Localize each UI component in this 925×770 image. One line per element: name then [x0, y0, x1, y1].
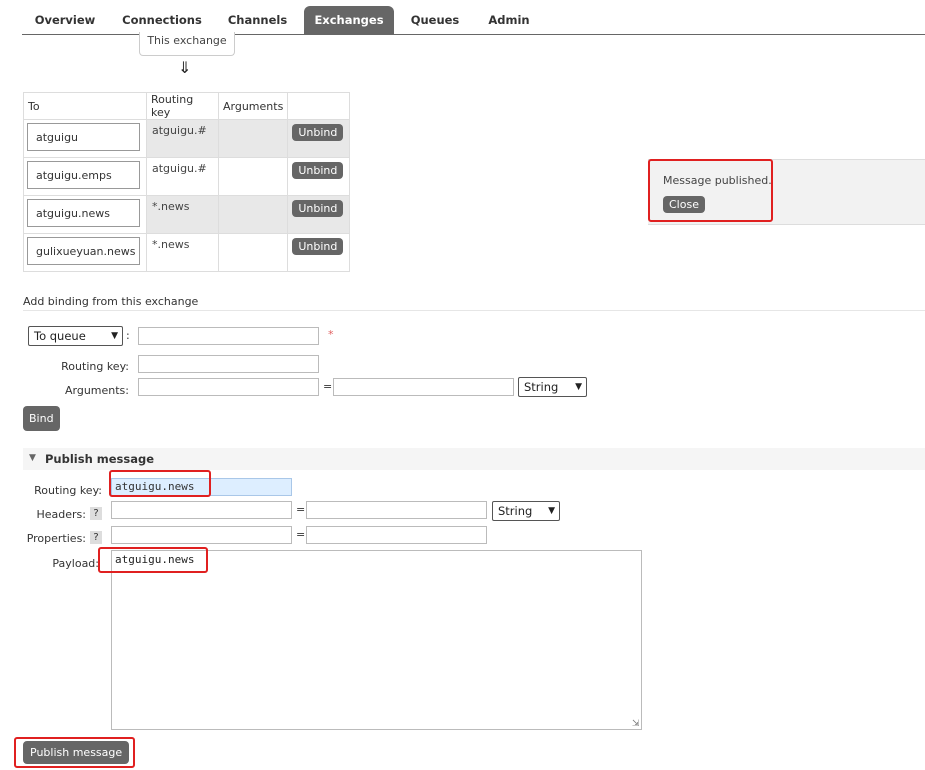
publish-routing-key-label: Routing key:	[34, 484, 102, 497]
arguments-label: Arguments:	[64, 384, 129, 397]
table-header-row: To Routing key Arguments	[23, 92, 351, 120]
properties-label: Properties:	[26, 532, 86, 545]
header-type-select[interactable]: String ▼	[492, 501, 560, 521]
action-cell: Unbind	[287, 119, 351, 158]
argument-value-input[interactable]	[333, 378, 514, 396]
action-cell: Unbind	[287, 233, 351, 272]
argument-type-value: String	[524, 380, 559, 394]
top-navigation: Overview Connections Channels Exchanges …	[0, 0, 925, 35]
equals-sign: =	[296, 503, 306, 516]
payload-textarea[interactable]: atguigu.news	[111, 550, 642, 730]
this-exchange-box: This exchange	[139, 32, 235, 56]
arguments-cell	[217, 157, 289, 196]
routing-key-value: atguigu.#	[152, 124, 207, 137]
publish-section-title: Publish message	[45, 452, 155, 466]
queue-link[interactable]: atguigu	[27, 123, 140, 151]
bindings-table: To Routing key Arguments atguigu atguigu…	[23, 92, 351, 272]
resize-handle-icon[interactable]: ⇲	[632, 719, 640, 729]
arguments-cell	[217, 233, 289, 272]
column-header-arguments: Arguments	[217, 92, 289, 120]
routing-key-value: *.news	[152, 200, 190, 213]
collapse-triangle-icon: ▼	[29, 453, 36, 463]
unbind-button[interactable]: Unbind	[292, 200, 344, 217]
property-value-input[interactable]	[306, 526, 487, 544]
chevron-down-icon: ▼	[575, 382, 582, 392]
headers-label: Headers:	[36, 508, 87, 521]
down-arrow-icon: ⇓	[178, 58, 192, 77]
table-row: gulixueyuan.news *.news Unbind	[23, 233, 351, 272]
required-mark: *	[328, 328, 334, 341]
queue-link[interactable]: gulixueyuan.news	[27, 237, 140, 265]
highlight-frame	[109, 470, 211, 497]
table-row: atguigu.emps atguigu.# Unbind	[23, 157, 351, 196]
highlight-frame	[98, 547, 208, 573]
routing-key-cell: *.news	[146, 195, 219, 234]
routing-key-cell: atguigu.#	[146, 119, 219, 158]
equals-sign: =	[323, 380, 333, 393]
routing-key-label: Routing key:	[61, 360, 129, 373]
highlight-frame	[648, 159, 773, 222]
unbind-button[interactable]: Unbind	[292, 162, 344, 179]
routing-key-value: atguigu.#	[152, 162, 207, 175]
action-cell: Unbind	[287, 195, 351, 234]
tab-channels[interactable]: Channels	[220, 6, 295, 34]
header-value-input[interactable]	[306, 501, 487, 519]
unbind-button[interactable]: Unbind	[292, 238, 344, 255]
help-icon[interactable]: ?	[90, 507, 102, 520]
section-divider	[23, 310, 925, 311]
publish-section-header[interactable]: ▼ Publish message	[23, 448, 925, 470]
chevron-down-icon: ▼	[548, 506, 555, 516]
binding-routing-key-input[interactable]	[138, 355, 319, 373]
tab-admin[interactable]: Admin	[478, 6, 540, 34]
add-binding-title: Add binding from this exchange	[23, 295, 199, 308]
binding-destination-cell: atguigu.news	[23, 195, 147, 234]
table-row: atguigu atguigu.# Unbind	[23, 119, 351, 158]
tab-exchanges[interactable]: Exchanges	[304, 6, 394, 34]
queue-link[interactable]: atguigu.news	[27, 199, 140, 227]
tab-connections[interactable]: Connections	[116, 6, 208, 34]
tab-queues[interactable]: Queues	[402, 6, 468, 34]
arguments-cell	[217, 195, 289, 234]
property-key-input[interactable]	[111, 526, 292, 544]
table-row: atguigu.news *.news Unbind	[23, 195, 351, 234]
binding-destination-cell: gulixueyuan.news	[23, 233, 147, 272]
destination-type-value: To queue	[34, 329, 86, 343]
bind-button[interactable]: Bind	[23, 406, 60, 431]
routing-key-cell: *.news	[146, 233, 219, 272]
argument-type-select[interactable]: String ▼	[518, 377, 587, 397]
queue-link[interactable]: atguigu.emps	[27, 161, 140, 189]
payload-label: Payload:	[52, 557, 99, 570]
chevron-down-icon: ▼	[111, 331, 118, 341]
unbind-button[interactable]: Unbind	[292, 124, 344, 141]
binding-destination-cell: atguigu	[23, 119, 147, 158]
colon-label: :	[126, 329, 130, 342]
header-key-input[interactable]	[111, 501, 292, 519]
highlight-frame	[14, 737, 135, 768]
arguments-cell	[217, 119, 289, 158]
column-header-to: To	[23, 92, 147, 120]
destination-input[interactable]	[138, 327, 319, 345]
action-cell: Unbind	[287, 157, 351, 196]
tab-overview[interactable]: Overview	[24, 6, 106, 34]
argument-key-input[interactable]	[138, 378, 319, 396]
column-header-actions	[287, 92, 351, 120]
help-icon[interactable]: ?	[90, 531, 102, 544]
binding-destination-cell: atguigu.emps	[23, 157, 147, 196]
header-type-value: String	[498, 504, 533, 518]
destination-type-select[interactable]: To queue ▼	[28, 326, 123, 346]
column-header-routing-key: Routing key	[146, 92, 219, 120]
routing-key-cell: atguigu.#	[146, 157, 219, 196]
equals-sign: =	[296, 528, 306, 541]
routing-key-value: *.news	[152, 238, 190, 251]
